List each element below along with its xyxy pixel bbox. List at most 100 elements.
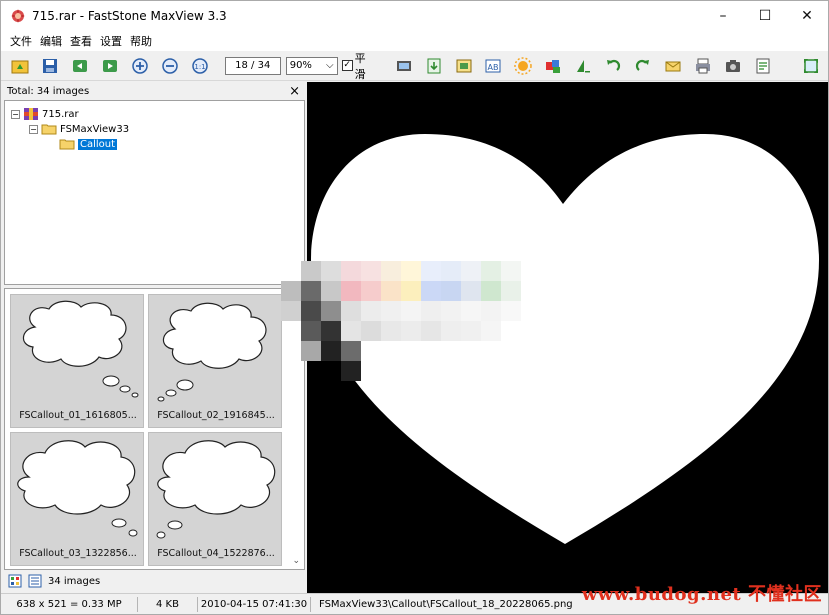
camera-icon [726,59,741,72]
archive-icon [24,108,38,120]
thumbnail-label: FSCallout_04_1522876... [157,548,275,559]
list-view-icon[interactable] [28,574,42,588]
export-button[interactable] [421,54,447,78]
thumbnail-view-icon[interactable] [8,574,22,588]
image-viewer[interactable] [307,82,828,593]
email-button[interactable] [660,54,686,78]
panel-header: Total: 34 images × [4,82,305,100]
open-folder-button[interactable] [7,54,33,78]
resize-button[interactable] [451,54,477,78]
thumbnail-label: FSCallout_03_1322856... [19,548,137,559]
slideshow-icon [396,60,411,71]
properties-button[interactable] [750,54,776,78]
slideshow-button[interactable] [391,54,417,78]
maximize-button[interactable]: ☐ [744,1,786,31]
zoom-in-button[interactable] [127,54,153,78]
panel-close-icon[interactable]: × [289,84,300,99]
fullscreen-button[interactable] [798,54,824,78]
thumbnail-item[interactable]: FSCallout_01_1616805... [10,294,144,428]
app-window: 715.rar - FastStone MaxView 3.3 – ☐ ✕ 文件… [0,0,829,615]
menu-bar: 文件 编辑 查看 设置 帮助 [1,31,828,51]
toolbar: 1:1 18 / 34 90% ⌵ ✓ 平滑 AB [1,51,828,81]
heart-image [311,134,819,544]
print-icon [696,58,711,73]
save-button[interactable] [37,54,63,78]
properties-icon [756,58,770,73]
menu-settings[interactable]: 设置 [97,33,125,49]
rename-icon: AB [485,59,501,72]
save-icon [42,58,57,73]
tree-node-callout[interactable]: Callout [59,137,118,151]
resize-icon [456,59,472,72]
tree-node-fsmaxview33[interactable]: − FSMaxView33 [29,122,129,136]
smooth-label: 平滑 [354,51,366,81]
browser-panel: Total: 34 images × − 715.rar − FSMaxView… [4,82,305,593]
next-image-button[interactable] [97,54,123,78]
app-logo-icon [11,9,25,23]
svg-text:1:1: 1:1 [194,63,205,71]
menu-help[interactable]: 帮助 [127,33,155,49]
watermark: www.budog.net 不懂社区 [581,584,822,605]
smooth-checkbox[interactable]: ✓ [341,60,353,71]
rotate-right-button[interactable] [630,54,656,78]
collapse-toggle-icon[interactable]: − [11,109,20,119]
scroll-down-icon[interactable]: ⌄ [292,556,300,566]
adjust-colors-icon [514,56,533,75]
zoom-out-button[interactable] [157,54,183,78]
minimize-button[interactable]: – [702,1,744,31]
thumbnail-image [22,300,139,398]
menu-view[interactable]: 查看 [67,33,95,49]
tree-label-fsmaxview33: FSMaxView33 [60,123,130,135]
thumbnail-label: FSCallout_01_1616805... [19,410,137,421]
thumbnail-item[interactable]: FSCallout_02_1916845... [148,294,282,428]
colors-button[interactable] [540,54,566,78]
close-button[interactable]: ✕ [786,1,828,31]
page-indicator[interactable]: 18 / 34 [224,56,281,75]
actual-size-icon: 1:1 [192,57,208,74]
zoom-select[interactable]: 90% ⌵ [285,56,338,75]
thumbnail-image [157,302,267,402]
previous-image-button[interactable] [67,54,93,78]
title-bar: 715.rar - FastStone MaxView 3.3 – ☐ ✕ [1,1,828,31]
open-folder-icon [59,139,75,150]
window-title: 715.rar - FastStone MaxView 3.3 [32,9,227,23]
next-image-icon [102,59,117,72]
rename-button[interactable]: AB [481,54,507,78]
thumbnail-image [17,440,138,537]
colors-icon [546,59,561,73]
collapse-toggle-icon[interactable]: − [29,124,38,134]
rotate-right-icon [636,59,650,71]
sharpen-icon [577,59,591,72]
tree-label-callout: Callout [78,138,118,150]
sharpen-button[interactable] [570,54,596,78]
export-icon [427,58,441,73]
tree-label-archive: 715.rar [42,108,79,120]
thumbnail-item[interactable]: FSCallout_04_1522876... [148,432,282,566]
rotate-left-icon [607,59,621,71]
status-date: 2010-04-15 07:41:30 [198,596,311,612]
actual-size-button[interactable]: 1:1 [187,54,213,78]
fullscreen-icon [804,58,819,73]
panel-footer: 34 images [4,570,305,592]
rotate-left-button[interactable] [600,54,626,78]
email-icon [665,61,681,71]
previous-image-icon [72,59,87,72]
total-images-label: Total: 34 images [7,85,90,97]
thumbnail-image [156,440,276,539]
status-path: FSMaxView33\Callout\FSCallout_18_2022806… [319,598,573,610]
tree-node-archive[interactable]: − 715.rar [11,107,79,121]
status-file-size: 4 KB [138,596,198,612]
image-count-label: 34 images [48,575,101,587]
open-folder-icon [11,60,29,73]
menu-file[interactable]: 文件 [7,33,35,49]
adjust-colors-button[interactable] [510,54,536,78]
thumbnail-grid: FSCallout_01_1616805... FSCallout_02_191… [4,288,305,570]
status-dimensions: 638 x 521 = 0.33 MP [1,596,138,612]
camera-button[interactable] [720,54,746,78]
svg-text:AB: AB [488,63,499,72]
print-button[interactable] [690,54,716,78]
zoom-out-icon [162,57,178,74]
smooth-toggle[interactable]: ✓ 平滑 [341,50,377,82]
thumbnail-item[interactable]: FSCallout_03_1322856... [10,432,144,566]
menu-edit[interactable]: 编辑 [37,33,65,49]
